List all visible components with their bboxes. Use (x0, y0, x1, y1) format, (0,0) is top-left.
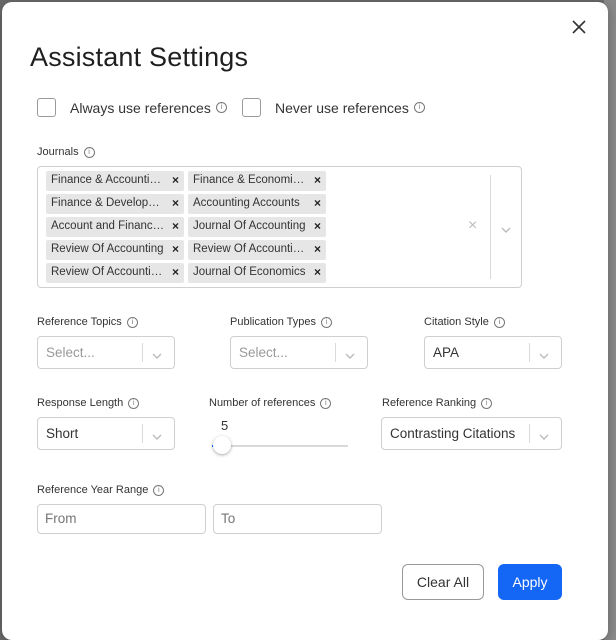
response-length-select[interactable]: Short (37, 417, 175, 450)
reference-year-range-label-text: Reference Year Range (37, 484, 149, 496)
reference-ranking-label-text: Reference Ranking (382, 397, 477, 409)
journal-tag: Review Of Accounting Studies × (188, 240, 326, 260)
info-icon[interactable]: i (320, 397, 332, 409)
reference-ranking-value: Contrasting Citations (390, 426, 516, 441)
apply-button[interactable]: Apply (498, 564, 562, 600)
clear-all-button[interactable]: Clear All (402, 564, 484, 600)
reference-ranking-select[interactable]: Contrasting Citations (381, 417, 562, 450)
journals-label: Journals i (37, 146, 95, 158)
clear-icon[interactable]: × (468, 217, 477, 235)
reference-year-range-label: Reference Year Range i (37, 484, 165, 496)
journal-tag: Journal Of Accounting × (188, 217, 326, 237)
dialog-title: Assistant Settings (30, 42, 249, 72)
citation-style-label-text: Citation Style (424, 316, 489, 328)
chevron-down-icon (152, 348, 162, 359)
reference-topics-placeholder: Select... (46, 345, 95, 360)
remove-tag-icon[interactable]: × (172, 242, 179, 256)
info-icon[interactable]: i (493, 316, 505, 328)
always-use-references-option: Always use references i (37, 98, 227, 117)
journal-tag: Account and Financial Management × (46, 217, 184, 237)
chevron-down-icon (539, 348, 549, 359)
journal-tag: Finance & Economics Review × (188, 171, 326, 191)
journal-tag: Review Of Accounting × (46, 240, 184, 260)
number-of-references-slider-track[interactable] (212, 445, 348, 447)
chevron-down-icon[interactable] (501, 222, 511, 233)
chevron-down-icon (539, 429, 549, 440)
journal-tag-label: Finance & Development (51, 197, 165, 209)
journal-tag: Accounting Accounts × (188, 194, 326, 214)
journal-tag-label: Review Of Accounting (51, 243, 164, 255)
remove-tag-icon[interactable]: × (314, 242, 321, 256)
never-use-references-option: Never use references i (242, 98, 425, 117)
remove-tag-icon[interactable]: × (172, 196, 179, 210)
number-of-references-label-text: Number of references (209, 397, 316, 409)
info-icon[interactable]: i (481, 397, 493, 409)
info-icon[interactable]: i (126, 316, 138, 328)
info-icon[interactable]: i (321, 316, 333, 328)
journal-tag-label: Journal Of Economics (193, 266, 306, 278)
info-icon[interactable]: i (128, 397, 140, 409)
publication-types-label: Publication Types i (230, 316, 333, 328)
chevron-down-icon (152, 429, 162, 440)
response-length-label: Response Length i (37, 397, 140, 409)
close-icon[interactable] (568, 16, 590, 38)
reference-ranking-label: Reference Ranking i (382, 397, 493, 409)
journals-label-text: Journals (37, 146, 79, 158)
info-icon[interactable]: i (413, 102, 425, 113)
journal-tag-label: Journal Of Accounting (193, 220, 306, 232)
reference-topics-select[interactable]: Select... (37, 336, 175, 369)
response-length-value: Short (46, 426, 79, 441)
remove-tag-icon[interactable]: × (314, 173, 321, 187)
remove-tag-icon[interactable]: × (314, 196, 321, 210)
journal-tag: Finance & Development × (46, 194, 184, 214)
reference-topics-label-text: Reference Topics (37, 316, 122, 328)
divider (529, 343, 530, 362)
journal-tag-label: Finance & Economics Review (193, 174, 307, 186)
journal-tag-label: Finance & Accounting Research (51, 174, 165, 186)
citation-style-select[interactable]: APA (424, 336, 562, 369)
citation-style-label: Citation Style i (424, 316, 505, 328)
publication-types-label-text: Publication Types (230, 316, 317, 328)
response-length-label-text: Response Length (37, 397, 124, 409)
divider (490, 175, 491, 279)
journal-tag-label: Accounting Accounts (193, 197, 300, 209)
journal-tag-label: Review Of Accounting Review (51, 266, 165, 278)
chevron-down-icon (345, 348, 355, 359)
info-icon[interactable]: i (153, 484, 165, 496)
divider (335, 343, 336, 362)
reference-topics-label: Reference Topics i (37, 316, 138, 328)
citation-style-value: APA (433, 345, 460, 360)
journal-tag: Journal Of Economics × (188, 263, 326, 283)
number-of-references-slider-handle[interactable] (213, 436, 231, 454)
divider (142, 424, 143, 443)
always-use-references-checkbox[interactable] (37, 98, 56, 117)
never-use-references-label: Never use references (275, 99, 409, 116)
number-of-references-label: Number of references i (209, 397, 332, 409)
never-use-references-checkbox[interactable] (242, 98, 261, 117)
info-icon[interactable]: i (215, 102, 227, 113)
number-of-references-value: 5 (221, 418, 229, 433)
remove-tag-icon[interactable]: × (172, 173, 179, 187)
settings-dialog: Assistant Settings Always use references… (2, 2, 608, 640)
remove-tag-icon[interactable]: × (172, 265, 179, 279)
remove-tag-icon[interactable]: × (314, 219, 321, 233)
journal-tag: Review Of Accounting Review × (46, 263, 184, 283)
remove-tag-icon[interactable]: × (314, 265, 321, 279)
divider (142, 343, 143, 362)
publication-types-select[interactable]: Select... (230, 336, 368, 369)
year-to-input[interactable] (213, 504, 382, 534)
info-icon[interactable]: i (83, 146, 95, 158)
always-use-references-label: Always use references (70, 99, 211, 116)
remove-tag-icon[interactable]: × (172, 219, 179, 233)
journals-multiselect[interactable]: Finance & Accounting Research × Finance &… (37, 166, 522, 288)
divider (529, 424, 530, 443)
journal-tag: Finance & Accounting Research × (46, 171, 184, 191)
publication-types-placeholder: Select... (239, 345, 288, 360)
journal-tag-label: Review Of Accounting Studies (193, 243, 307, 255)
year-from-input[interactable] (37, 504, 206, 534)
journal-tag-label: Account and Financial Management (51, 220, 165, 232)
